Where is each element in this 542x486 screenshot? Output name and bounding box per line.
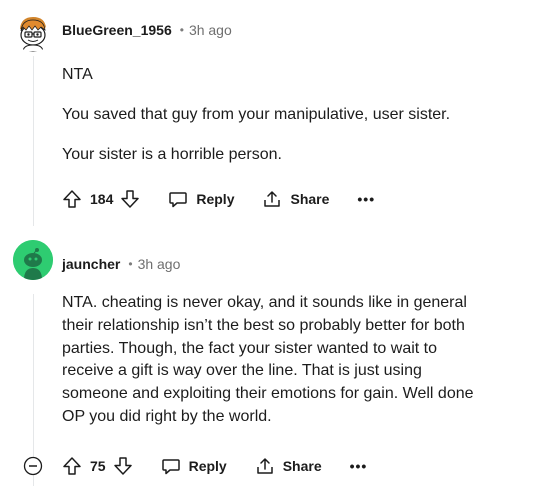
share-icon [256, 458, 273, 474]
comment-line: receive a gift is way over the line. Tha… [62, 362, 422, 380]
comment-actions: 184 Reply Share ••• [62, 187, 375, 211]
share-icon [264, 191, 281, 207]
vote-control: 75 [62, 456, 133, 476]
reply-button[interactable]: Reply [161, 456, 227, 476]
more-options-icon[interactable]: ••• [350, 458, 368, 474]
comment-paragraph: NTA [62, 66, 93, 83]
comment-line: someone and exploiting their emotions fo… [62, 385, 474, 403]
share-label: Share [282, 458, 322, 474]
downvote-icon[interactable] [120, 189, 140, 209]
reply-icon [161, 459, 180, 475]
reply-label: Reply [188, 458, 227, 474]
comment-line: NTA. cheating is never okay, and it soun… [62, 294, 467, 311]
comment-header: jauncher • 3h ago [62, 256, 180, 272]
avatar[interactable] [13, 12, 53, 52]
comment-line: OP you did right by the world. [62, 407, 272, 425]
timestamp[interactable]: 3h ago [189, 22, 232, 38]
vote-control: 184 [62, 189, 140, 209]
comment-body: NTA You saved that guy from your manipul… [62, 64, 522, 184]
comment-line: parties. Though, the fact your sister wa… [62, 339, 438, 357]
more-options-icon[interactable]: ••• [357, 191, 375, 207]
comment-paragraph: Your sister is a horrible person. [62, 146, 282, 163]
meta-separator: • [179, 23, 184, 37]
comment-header: BlueGreen_1956 • 3h ago [62, 22, 232, 38]
reply-label: Reply [196, 191, 235, 207]
share-button[interactable]: Share [262, 189, 329, 209]
share-label: Share [290, 191, 330, 207]
reply-button[interactable]: Reply [168, 189, 234, 209]
upvote-icon[interactable] [62, 189, 82, 209]
meta-separator: • [128, 257, 133, 271]
share-button[interactable]: Share [255, 456, 322, 476]
comment-body: NTA. cheating is never okay, and it soun… [62, 292, 522, 429]
upvote-icon[interactable] [62, 456, 82, 476]
collapse-icon[interactable] [23, 456, 43, 476]
snoo-avatar-icon [13, 240, 53, 280]
comment-paragraph: You saved that guy from your manipulativ… [62, 106, 451, 123]
downvote-icon[interactable] [113, 456, 133, 476]
avatar[interactable] [13, 240, 53, 280]
author-name[interactable]: jauncher [62, 256, 120, 272]
vote-count: 184 [90, 191, 114, 207]
timestamp[interactable]: 3h ago [138, 256, 181, 272]
comment-actions: 75 Reply Share ••• [62, 454, 367, 478]
reply-icon [169, 192, 188, 208]
comment-line: their relationship isn’t the best so pro… [62, 316, 465, 334]
snoo-avatar-icon [13, 12, 53, 52]
vote-count: 75 [90, 458, 106, 474]
author-name[interactable]: BlueGreen_1956 [62, 22, 172, 38]
thread-line[interactable] [33, 56, 34, 226]
